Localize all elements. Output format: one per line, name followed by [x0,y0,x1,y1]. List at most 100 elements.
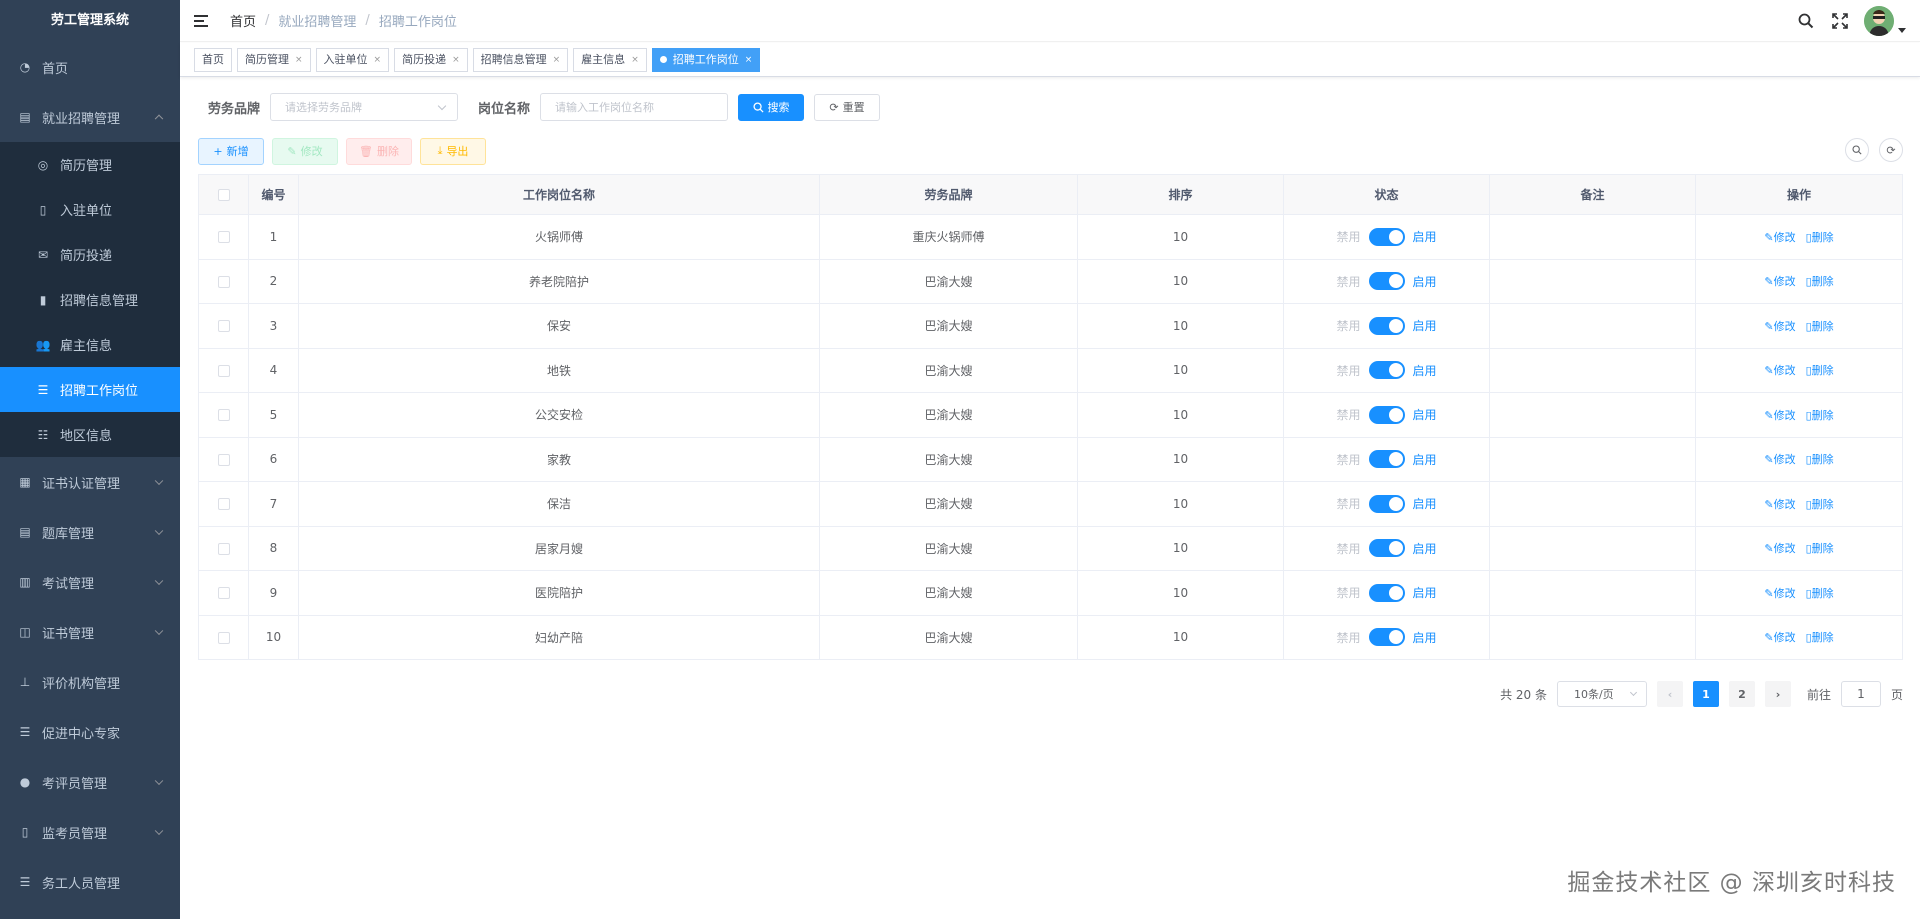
sidebar-item-label: 证书管理 [42,626,95,642]
status-switch[interactable] [1368,227,1405,246]
cell-name: 保洁 [298,481,820,527]
row-checkbox[interactable] [217,587,230,600]
row-checkbox[interactable] [217,453,230,466]
job-name-input[interactable]: 请输入工作岗位名称 [540,93,729,121]
row-edit-button[interactable]: ✎修改 [1764,229,1795,245]
sidebar-item[interactable]: ☰ 务工人员管理 [0,857,180,907]
row-checkbox[interactable] [217,498,230,511]
sidebar-item[interactable]: ▤ 题库管理 [0,507,180,557]
row-delete-button[interactable]: ▯删除 [1806,629,1834,645]
row-checkbox[interactable] [217,542,230,555]
row-checkbox[interactable] [217,320,230,333]
sidebar-item[interactable]: ◫ 证书管理 [0,607,180,657]
row-edit-button[interactable]: ✎修改 [1764,362,1795,378]
close-icon[interactable]: × [745,49,753,71]
sidebar-item[interactable]: ▥ 考试管理 [0,557,180,607]
refresh-button[interactable]: ⟳ [1879,138,1903,162]
edit-button[interactable]: ✎ 修改 [272,137,338,165]
page-button-2[interactable]: 2 [1728,681,1755,707]
row-delete-button[interactable]: ▯删除 [1806,273,1834,289]
tag-item[interactable]: 首页 [194,47,232,72]
tag-item[interactable]: 入驻单位 × [315,47,390,72]
status-switch[interactable] [1368,450,1405,469]
sidebar-subitem[interactable]: ▯ 入驻单位 [0,187,180,232]
status-switch[interactable] [1368,316,1405,335]
user-avatar[interactable] [1864,6,1894,36]
status-switch[interactable] [1368,583,1405,602]
sidebar-item[interactable]: ⊥ 评价机构管理 [0,657,180,707]
row-delete-button[interactable]: ▯删除 [1806,451,1834,467]
sidebar-subitem[interactable]: ✉ 简历投递 [0,232,180,277]
caret-down-icon[interactable] [1898,27,1906,33]
row-edit-button[interactable]: ✎修改 [1764,629,1795,645]
row-checkbox[interactable] [217,631,230,644]
tag-item[interactable]: 招聘工作岗位 × [651,47,761,72]
hamburger-icon[interactable] [194,13,216,29]
row-checkbox[interactable] [217,409,230,422]
sidebar-item[interactable]: ◔ 首页 [0,42,180,92]
tag-item[interactable]: 简历投递 × [394,47,468,72]
row-edit-button[interactable]: ✎修改 [1764,585,1795,601]
row-edit-button[interactable]: ✎修改 [1764,496,1795,512]
pagination: 共 20 条 10条/页 ‹ 1 2 › 前往 1 页 [1500,681,1903,707]
row-checkbox[interactable] [217,275,230,288]
row-delete-button[interactable]: ▯删除 [1806,496,1834,512]
sidebar-item[interactable]: ▦ 证书认证管理 [0,457,180,507]
row-edit-button[interactable]: ✎修改 [1764,540,1795,556]
next-page-button[interactable]: › [1764,681,1791,707]
table-toolbar: + 新增 ✎ 修改 🗑 删除 ⤓ 导出 ⟳ [198,136,1903,166]
status-switch[interactable] [1368,361,1405,380]
status-switch[interactable] [1368,494,1405,513]
close-icon[interactable]: × [452,49,460,71]
goto-page-input[interactable]: 1 [1840,681,1881,707]
search-icon[interactable] [1796,11,1816,31]
row-delete-button[interactable]: ▯删除 [1806,362,1834,378]
cell-actions: ✎修改 ▯删除 [1695,214,1903,260]
close-icon[interactable]: × [295,49,303,71]
delete-button[interactable]: 🗑 删除 [346,137,412,165]
breadcrumb-item-home[interactable]: 首页 [230,11,256,30]
sidebar-subitem[interactable]: 👥 雇主信息 [0,322,180,367]
row-edit-button[interactable]: ✎修改 [1764,407,1795,423]
search-button[interactable]: 搜索 [738,93,805,121]
row-delete-button[interactable]: ▯删除 [1806,318,1834,334]
close-icon[interactable]: × [553,49,561,71]
status-switch[interactable] [1368,405,1405,424]
toggle-search-button[interactable] [1845,138,1869,162]
tag-item[interactable]: 简历管理 × [237,47,311,72]
status-switch[interactable] [1368,272,1405,291]
brand-select[interactable]: 请选择劳务品牌 [270,93,459,121]
reset-button[interactable]: ⟳ 重置 [814,93,881,121]
close-icon[interactable]: × [374,49,382,71]
row-delete-button[interactable]: ▯删除 [1806,540,1834,556]
row-delete-button[interactable]: ▯删除 [1806,585,1834,601]
row-delete-button[interactable]: ▯删除 [1806,229,1834,245]
sidebar-subitem[interactable]: ☰ 招聘工作岗位 [0,367,180,412]
edit-icon: ✎ [1764,586,1774,600]
sidebar-item[interactable]: ☰ 促进中心专家 [0,707,180,757]
sidebar-item[interactable]: ▤ 就业招聘管理 [0,92,180,142]
row-checkbox[interactable] [217,364,230,377]
sidebar-subitem[interactable]: ▮ 招聘信息管理 [0,277,180,322]
prev-page-button[interactable]: ‹ [1656,681,1683,707]
add-button[interactable]: + 新增 [198,137,264,165]
sidebar-subitem[interactable]: ☷ 地区信息 [0,412,180,457]
tag-item[interactable]: 招聘信息管理 × [472,47,569,72]
status-switch[interactable] [1368,539,1405,558]
sidebar-subitem[interactable]: ◎ 简历管理 [0,142,180,187]
sidebar-item[interactable]: ▯ 监考员管理 [0,807,180,857]
row-edit-button[interactable]: ✎修改 [1764,451,1795,467]
row-edit-button[interactable]: ✎修改 [1764,273,1795,289]
page-size-select[interactable]: 10条/页 [1556,681,1647,707]
select-all-checkbox[interactable] [217,189,230,201]
row-delete-button[interactable]: ▯删除 [1806,407,1834,423]
sidebar-item[interactable]: ● 考评员管理 [0,757,180,807]
fullscreen-icon[interactable] [1830,11,1850,31]
status-switch[interactable] [1368,628,1405,647]
row-edit-button[interactable]: ✎修改 [1764,318,1795,334]
row-checkbox[interactable] [217,231,230,244]
export-button[interactable]: ⤓ 导出 [420,137,486,165]
tag-item[interactable]: 雇主信息 × [573,47,647,72]
close-icon[interactable]: × [631,49,639,71]
page-button-1[interactable]: 1 [1692,681,1719,707]
